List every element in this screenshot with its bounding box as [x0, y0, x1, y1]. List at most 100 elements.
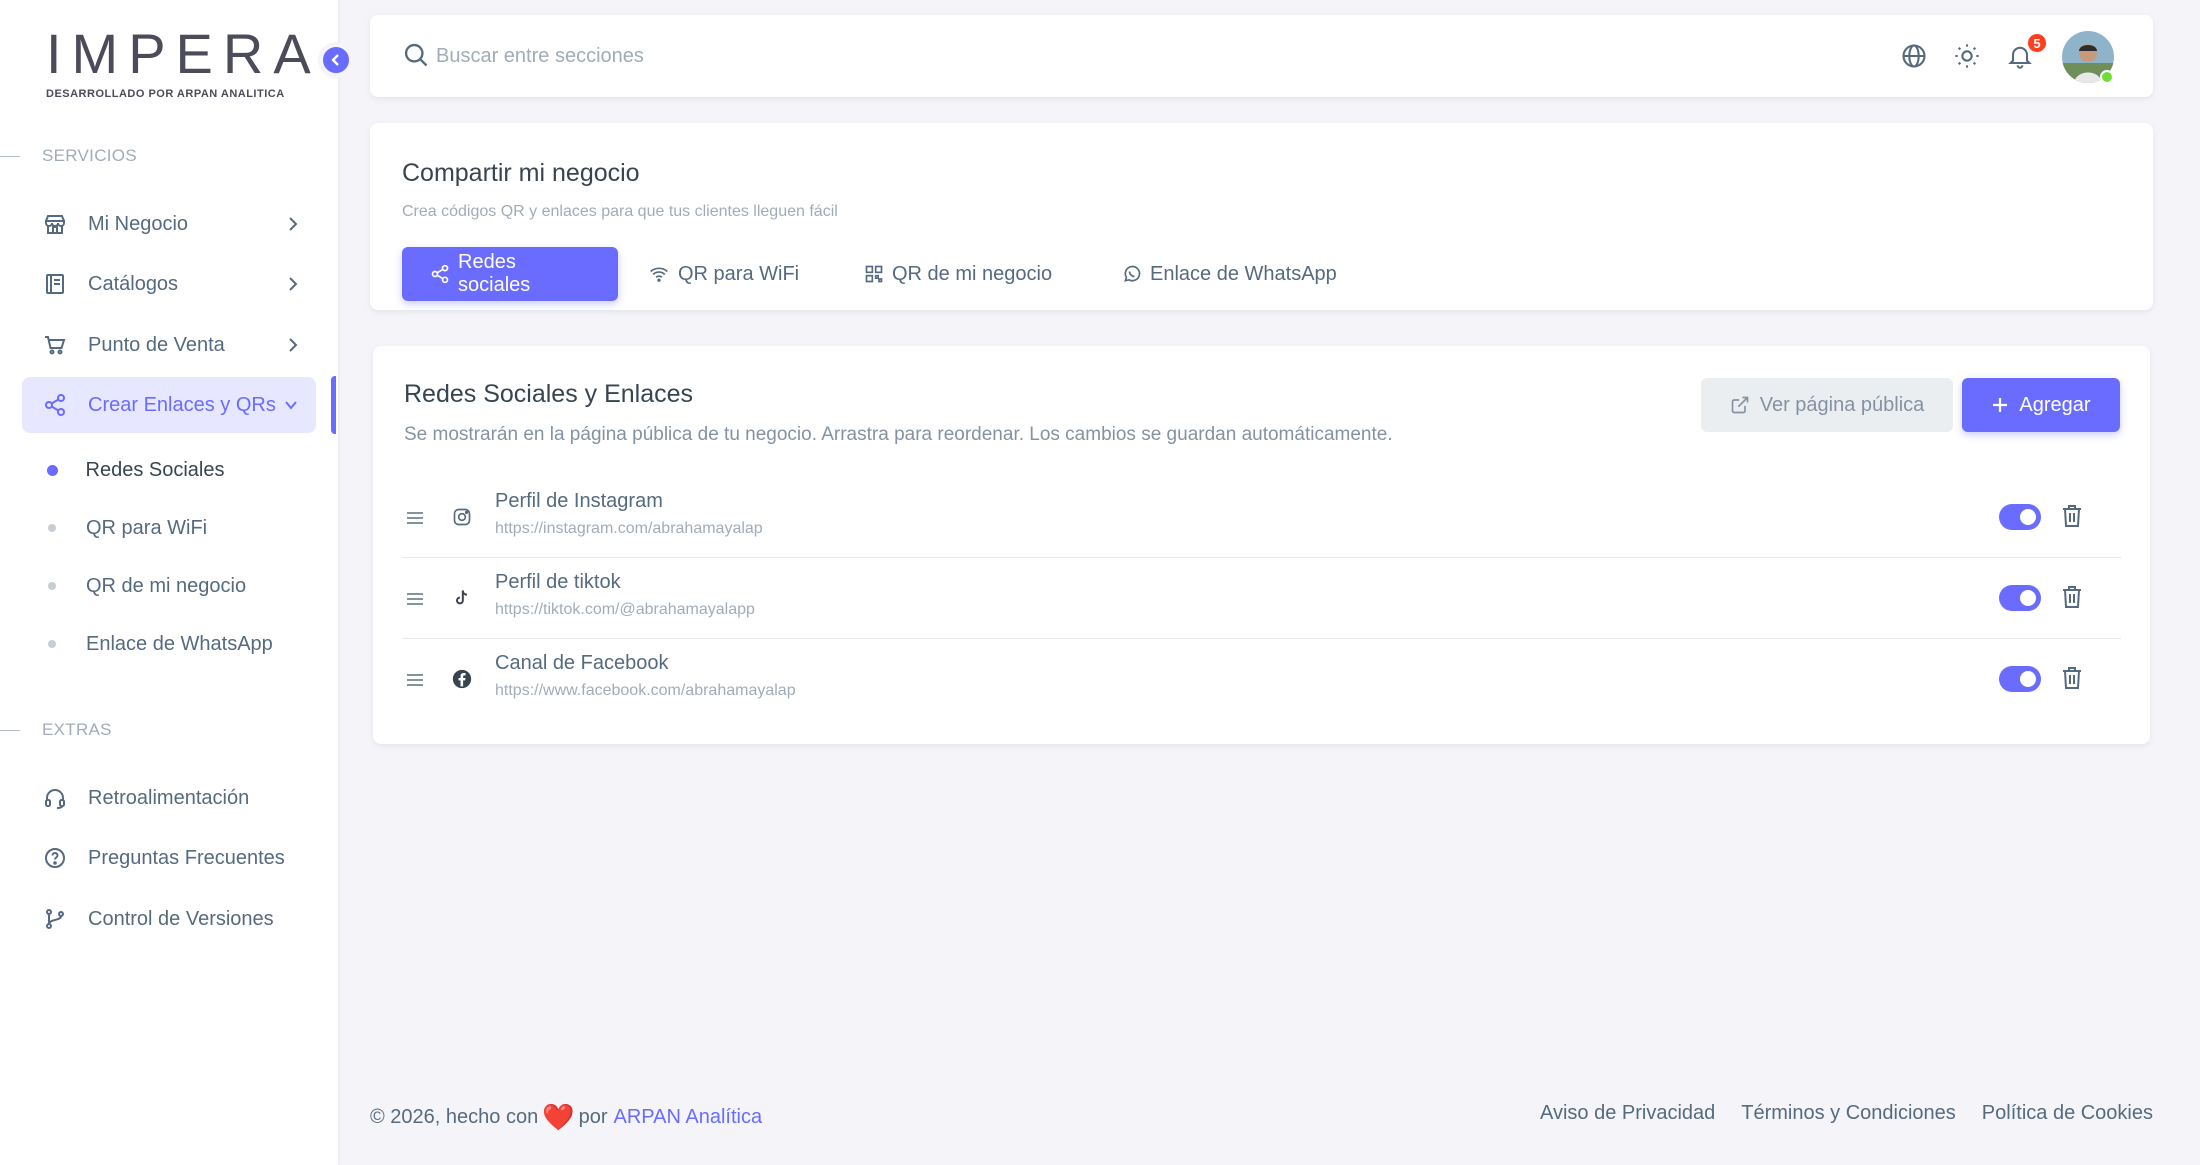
terms-link[interactable]: Términos y Condiciones — [1741, 1102, 1956, 1125]
git-branch-icon — [42, 906, 68, 932]
language-button[interactable] — [1898, 40, 1930, 72]
globe-icon — [1902, 44, 1926, 68]
privacy-link[interactable]: Aviso de Privacidad — [1540, 1102, 1715, 1125]
wifi-icon — [648, 264, 670, 284]
sidebar-item-preguntas-frecuentes[interactable]: Preguntas Frecuentes — [22, 830, 316, 886]
link-url: https://instagram.com/abrahamayalap — [495, 520, 763, 537]
social-links-card: Redes Sociales y Enlaces Se mostrarán en… — [373, 346, 2150, 744]
active-indicator — [331, 376, 336, 434]
heart-icon: ❤️ — [542, 1102, 575, 1132]
add-link-button[interactable]: Agregar — [1962, 378, 2120, 432]
link-name: Perfil de Instagram — [495, 490, 663, 512]
topbar: 5 — [370, 15, 2153, 97]
section-header-servicios: SERVICIOS — [0, 146, 338, 166]
sidebar-subitem-qr-negocio[interactable]: QR de mi negocio — [48, 569, 246, 603]
drag-handle-icon[interactable] — [405, 508, 425, 528]
sidebar-subitem-label: Enlace de WhatsApp — [86, 632, 273, 655]
tab-qr-wifi[interactable]: QR para WiFi — [620, 247, 827, 301]
tab-label: QR para WiFi — [678, 262, 800, 285]
links-card-title: Redes Sociales y Enlaces — [404, 380, 694, 408]
collapse-sidebar-button[interactable] — [318, 42, 354, 78]
chevron-down-icon — [285, 401, 297, 410]
help-circle-icon — [42, 845, 68, 871]
share-icon — [430, 264, 450, 284]
by-text: por — [578, 1106, 608, 1128]
social-link-row: Perfil de Instagram https://instagram.co… — [403, 478, 2121, 558]
company-link[interactable]: ARPAN Analítica — [613, 1106, 762, 1129]
share-card-title: Compartir mi negocio — [402, 159, 640, 187]
logo-tagline: DESARROLLADO POR ARPAN ANALITICA — [46, 88, 285, 100]
sidebar-item-label: Catálogos — [88, 272, 179, 295]
link-enabled-toggle[interactable] — [1999, 666, 2041, 692]
link-enabled-toggle[interactable] — [1999, 504, 2041, 530]
sidebar-item-catalogos[interactable]: Catálogos — [22, 256, 316, 312]
sidebar-item-label: Mi Negocio — [88, 212, 189, 235]
sidebar-item-label: Crear Enlaces y QRs — [88, 393, 276, 416]
external-link-icon — [1730, 395, 1750, 415]
search-icon — [404, 43, 428, 67]
tiktok-icon — [449, 585, 475, 611]
sidebar-subitem-qr-wifi[interactable]: QR para WiFi — [48, 511, 207, 545]
qrcode-icon — [864, 264, 884, 284]
drag-handle-icon[interactable] — [405, 670, 425, 690]
links-card-subtitle: Se mostrarán en la página pública de tu … — [404, 424, 1393, 445]
instagram-icon — [449, 504, 475, 530]
store-icon — [42, 211, 68, 237]
link-url: https://tiktok.com/@abrahamayalapp — [495, 601, 755, 618]
sidebar-item-label: Punto de Venta — [88, 333, 225, 356]
copyright-text: © 2026, hecho con — [370, 1106, 539, 1128]
sidebar-item-mi-negocio[interactable]: Mi Negocio — [22, 196, 316, 252]
sidebar-item-label: Retroalimentación — [88, 786, 250, 809]
logo-wordmark: IMPERA — [46, 22, 321, 85]
book-icon — [42, 271, 68, 297]
tab-redes-sociales[interactable]: Redes sociales — [402, 247, 618, 301]
link-name: Canal de Facebook — [495, 652, 669, 674]
app-logo[interactable]: IMPERA DESARROLLADO POR ARPAN ANALITICA — [46, 22, 321, 101]
sidebar-item-punto-de-venta[interactable]: Punto de Venta — [22, 317, 316, 373]
link-url: https://www.facebook.com/abrahamayalap — [495, 682, 796, 699]
tab-qr-negocio[interactable]: QR de mi negocio — [836, 247, 1080, 301]
share-business-card: Compartir mi negocio Crea códigos QR y e… — [370, 123, 2153, 310]
bullet-icon — [48, 582, 56, 590]
trash-icon[interactable] — [2061, 504, 2083, 528]
drag-handle-icon[interactable] — [405, 589, 425, 609]
chevron-right-icon — [289, 338, 298, 352]
section-header-extras: EXTRAS — [0, 720, 338, 740]
footer-copyright: © 2026, hecho con ❤️ por ARPAN Analítica — [370, 1102, 762, 1133]
link-enabled-toggle[interactable] — [1999, 585, 2041, 611]
tab-label: Redes sociales — [458, 251, 531, 296]
chevron-left-icon — [331, 54, 339, 66]
sidebar-item-control-versiones[interactable]: Control de Versiones — [22, 891, 316, 947]
bullet-icon — [48, 524, 56, 532]
sidebar: IMPERA DESARROLLADO POR ARPAN ANALITICA … — [0, 0, 338, 1165]
sidebar-subitem-label: Redes Sociales — [85, 458, 225, 481]
view-public-page-button[interactable]: Ver página pública — [1701, 378, 1953, 432]
sidebar-item-crear-enlaces[interactable]: Crear Enlaces y QRs — [22, 377, 316, 433]
theme-toggle-button[interactable] — [1951, 40, 1983, 72]
tab-label: QR de mi negocio — [892, 262, 1053, 285]
sidebar-subitem-redes-sociales[interactable]: Redes Sociales — [46, 453, 225, 487]
headset-icon — [42, 785, 68, 811]
trash-icon[interactable] — [2061, 666, 2083, 690]
search-input[interactable] — [436, 37, 1336, 75]
sidebar-subitem-whatsapp[interactable]: Enlace de WhatsApp — [48, 627, 273, 661]
notification-badge: 5 — [2026, 32, 2048, 54]
button-label: Ver página pública — [1759, 393, 1925, 416]
bullet-icon — [46, 464, 58, 476]
sidebar-subitem-label: QR para WiFi — [86, 516, 208, 539]
sidebar-item-label: Preguntas Frecuentes — [88, 846, 285, 869]
share-card-subtitle: Crea códigos QR y enlaces para que tus c… — [402, 203, 838, 220]
tab-whatsapp[interactable]: Enlace de WhatsApp — [1094, 247, 1365, 301]
sidebar-item-label: Control de Versiones — [88, 907, 274, 930]
sidebar-subitem-label: QR de mi negocio — [86, 574, 247, 597]
button-label: Agregar — [2019, 393, 2091, 416]
tab-label: Enlace de WhatsApp — [1150, 262, 1337, 285]
bullet-icon — [48, 640, 56, 648]
social-link-row: Perfil de tiktok https://tiktok.com/@abr… — [403, 559, 2121, 639]
chevron-right-icon — [289, 277, 298, 291]
cart-icon — [42, 332, 68, 358]
trash-icon[interactable] — [2061, 585, 2083, 609]
sidebar-item-retroalimentacion[interactable]: Retroalimentación — [22, 770, 316, 826]
facebook-icon — [449, 666, 475, 692]
cookies-link[interactable]: Política de Cookies — [1982, 1102, 2153, 1125]
